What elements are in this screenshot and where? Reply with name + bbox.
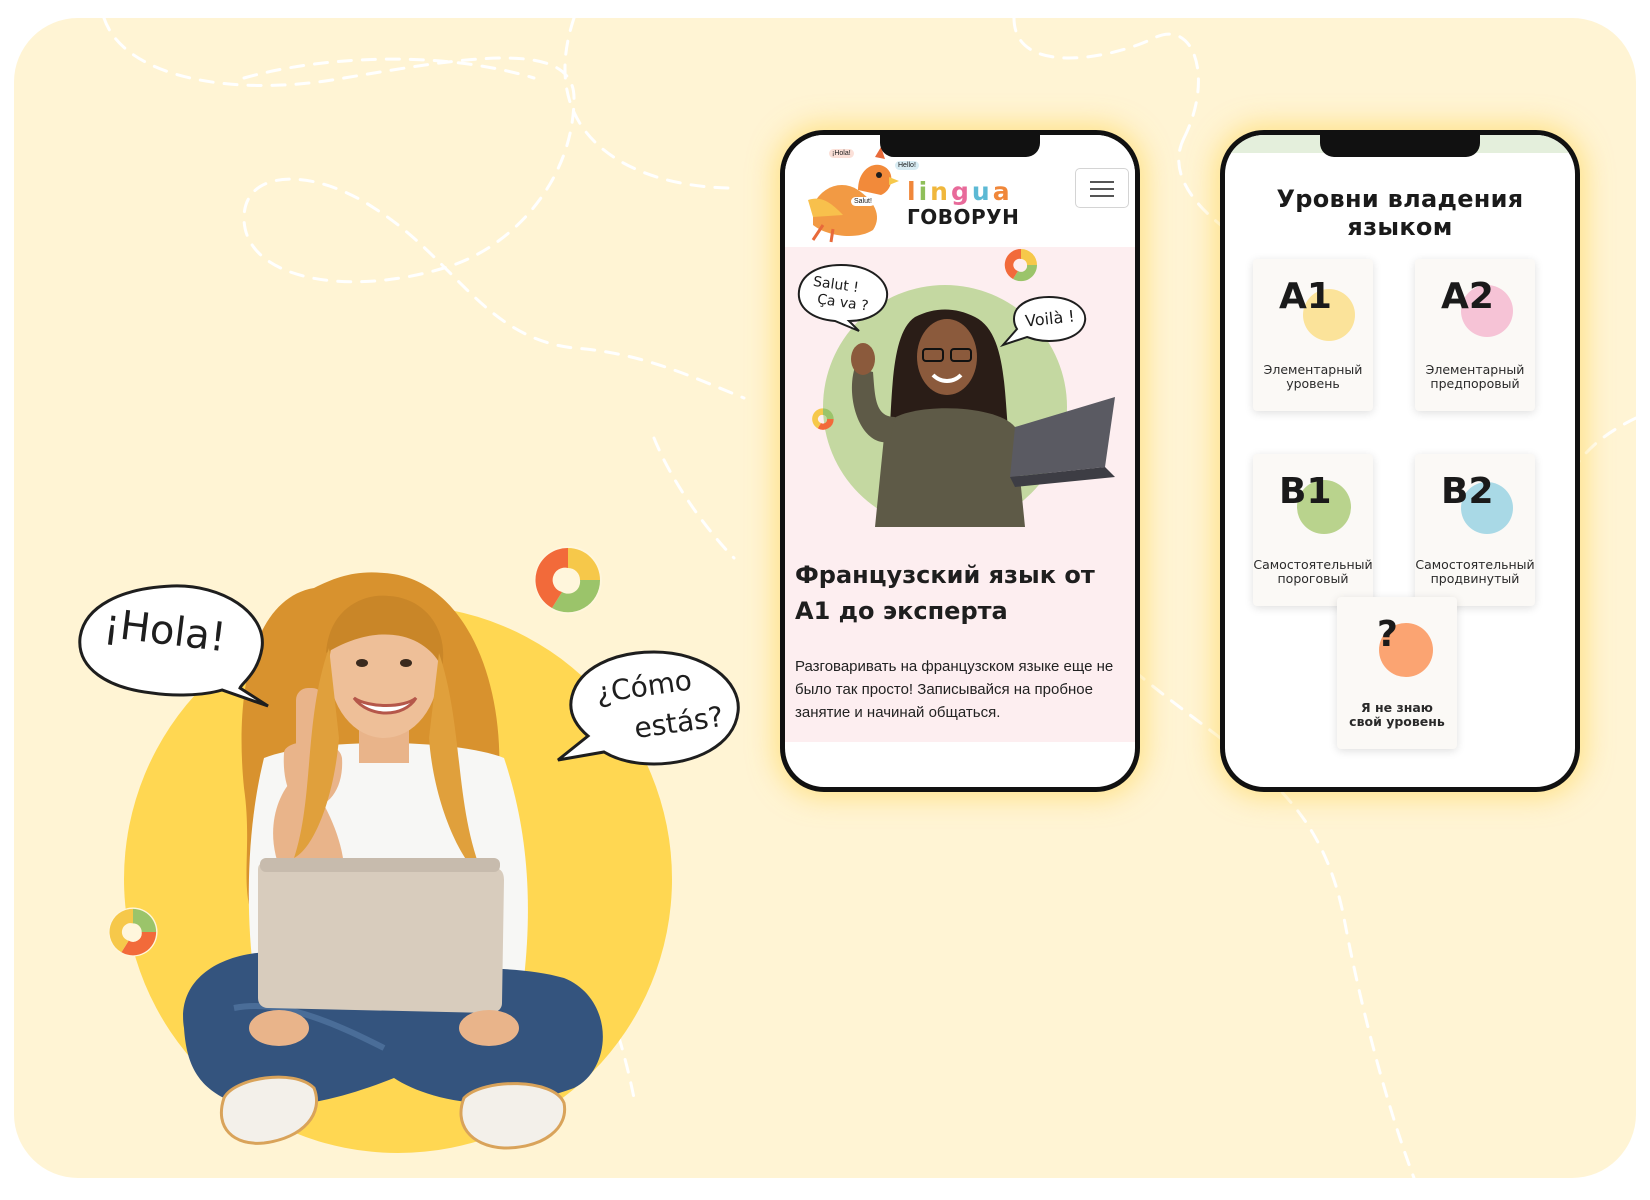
hamburger-menu-icon	[1090, 181, 1114, 183]
level-card-b2[interactable]: B2 Самостоятельный продвинутый	[1415, 454, 1535, 606]
phone-notch	[880, 135, 1040, 157]
parrot-mascot-logo[interactable]	[803, 145, 903, 243]
level-label: Элементарный предпоровый	[1425, 362, 1525, 391]
level-card-b1[interactable]: B1 Самостоятельный пороговый	[1253, 454, 1373, 606]
level-label: Самостоятельный продвинутый	[1415, 557, 1535, 586]
level-card-unknown[interactable]: ? Я не знаю свой уровень	[1337, 597, 1457, 749]
level-code: B2	[1441, 471, 1494, 512]
page-background: ¡Hola! ¿Cómo estás? ¡Hola! Hello! Salut!…	[14, 18, 1636, 1178]
phone-mockup-landing: ¡Hola! Hello! Salut! lingua ГОВОРУН Salu…	[780, 130, 1140, 792]
level-label: Я не знаю свой уровень	[1349, 700, 1445, 729]
mascot-tag-salut: Salut!	[851, 197, 875, 206]
hero-title: Французский язык от А1 до эксперта	[795, 561, 1095, 625]
mascot-tag-hola: ¡Hola!	[829, 149, 854, 158]
hero-section: Salut ! Ça va ? Voilà ! Французский язык…	[785, 247, 1135, 742]
phone-notch	[1320, 135, 1480, 157]
mascot-tag-hello: Hello!	[895, 161, 919, 170]
levels-section-title: Уровни владения языком	[1276, 185, 1524, 241]
swirl-logo-icon	[1004, 248, 1038, 282]
hamburger-menu-button[interactable]	[1075, 168, 1129, 208]
level-label: Элементарный уровень	[1263, 362, 1363, 391]
level-code: A1	[1279, 276, 1332, 317]
swirl-logo-icon	[108, 907, 158, 957]
level-card-a2[interactable]: A2 Элементарный предпоровый	[1415, 259, 1535, 411]
phone-mockup-levels: Уровни владения языком A1 Элементарный ур…	[1220, 130, 1580, 792]
level-code: B1	[1279, 471, 1332, 512]
hero-description: Разговаривать на французском языке еще н…	[795, 658, 1114, 721]
swirl-logo-icon	[534, 546, 602, 614]
logo-wordmark[interactable]: lingua	[907, 179, 1013, 204]
level-code: ?	[1377, 614, 1398, 655]
level-card-a1[interactable]: A1 Элементарный уровень	[1253, 259, 1373, 411]
swirl-logo-icon	[812, 408, 834, 430]
level-code: A2	[1441, 276, 1494, 317]
level-label: Самостоятельный пороговый	[1253, 557, 1373, 586]
brand-name: ГОВОРУН	[907, 205, 1020, 229]
